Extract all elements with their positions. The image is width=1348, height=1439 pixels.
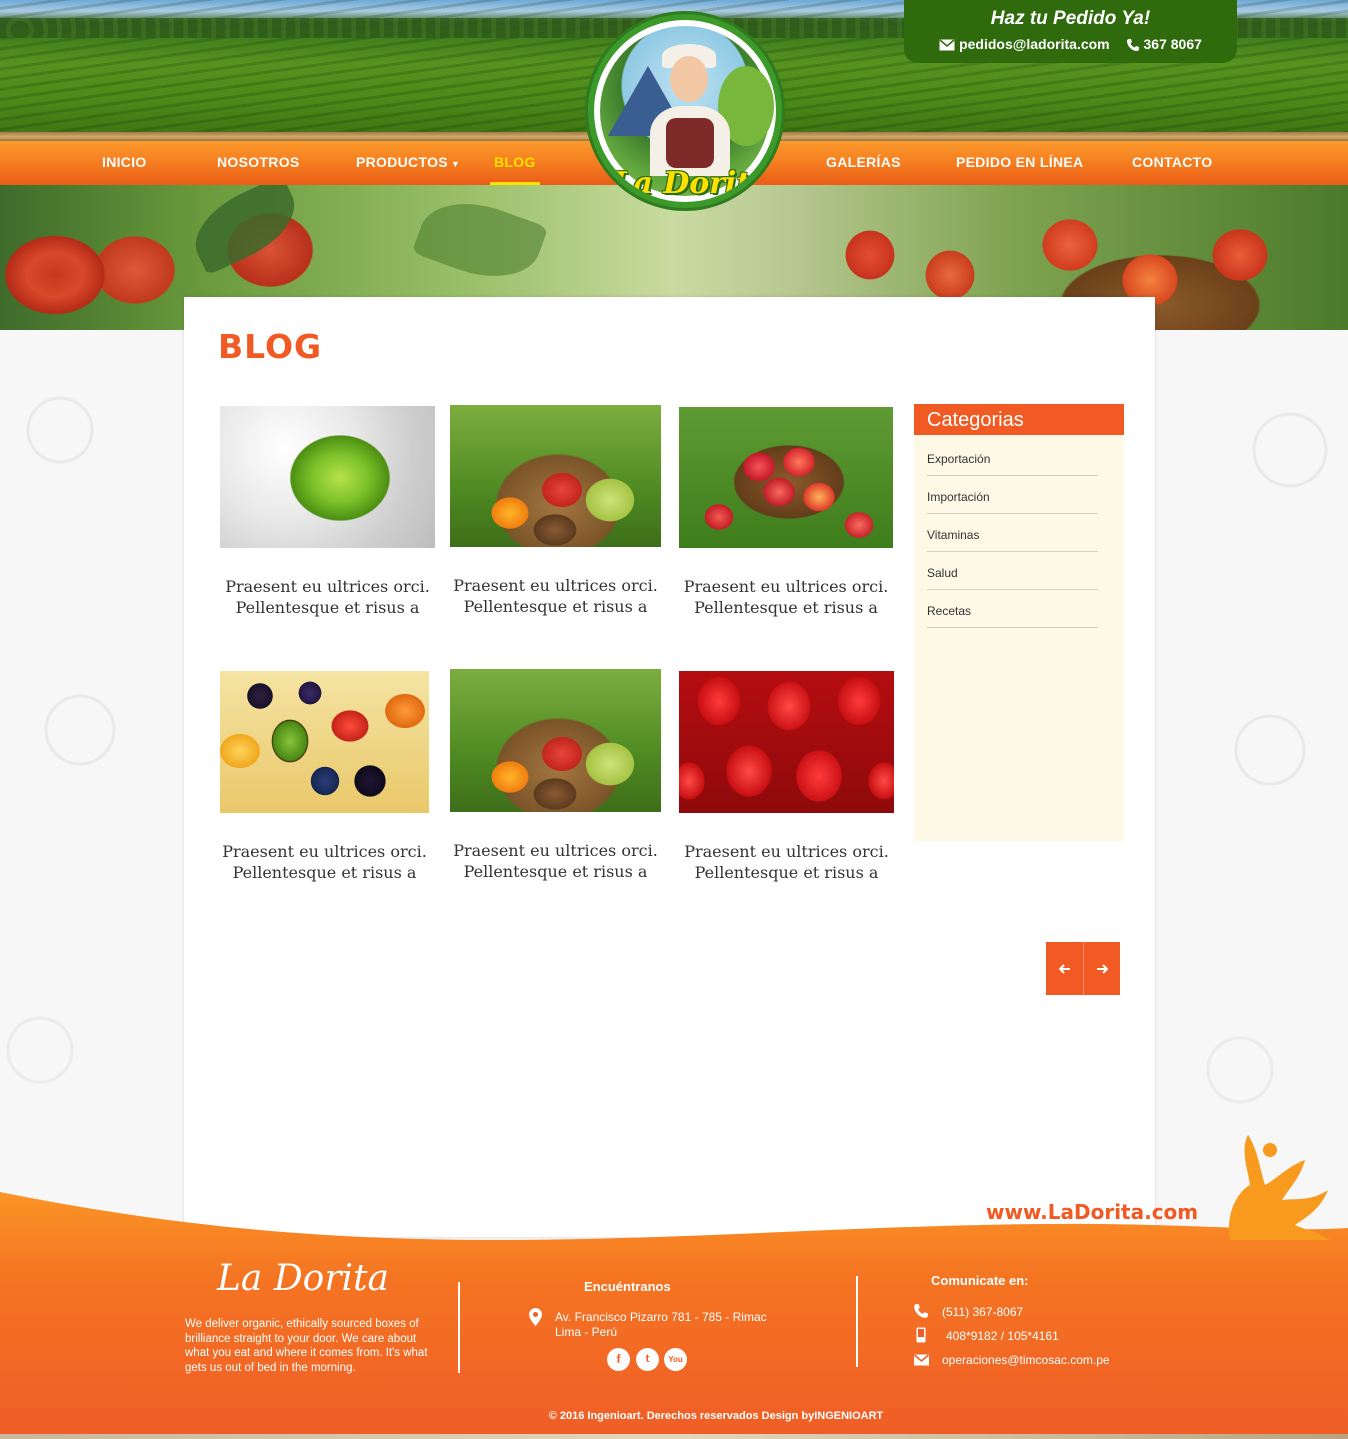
logo-text: La Dorita xyxy=(612,166,770,201)
category-item-vitaminas[interactable]: Vitaminas xyxy=(927,521,1098,552)
order-phone-link[interactable]: 367 8067 xyxy=(1126,36,1202,52)
youtube-icon[interactable]: You xyxy=(664,1348,687,1371)
facebook-icon[interactable]: f xyxy=(607,1348,630,1371)
blog-post-card[interactable]: Praesent eu ultrices orci. Pellentesque e… xyxy=(220,406,435,618)
post-title[interactable]: Praesent eu ultrices orci. Pellentesque e… xyxy=(450,575,661,617)
leaf-decoration xyxy=(411,186,549,294)
nav-item-nosotros[interactable]: NOSOTROS xyxy=(217,141,300,185)
post-title[interactable]: Praesent eu ultrices orci. Pellentesque e… xyxy=(220,576,435,618)
pagination xyxy=(1046,942,1121,995)
envelope-icon xyxy=(939,39,955,51)
nav-item-pedido-en-linea[interactable]: PEDIDO EN LÍNEA xyxy=(956,141,1083,185)
footer-phone[interactable]: (511) 367-8067 xyxy=(942,1305,1023,1319)
category-list: Exportación Importación Vitaminas Salud … xyxy=(914,445,1124,628)
footer-divider xyxy=(856,1276,858,1367)
post-image-fruit-basket[interactable] xyxy=(450,669,661,812)
footer-url[interactable]: www.LaDorita.com xyxy=(986,1200,1198,1224)
nav-item-productos[interactable]: PRODUCTOS ▼ xyxy=(356,141,460,185)
post-image-fruit-salad[interactable] xyxy=(220,671,429,813)
order-phone: 367 8067 xyxy=(1143,36,1202,52)
twitter-icon[interactable]: t xyxy=(636,1348,659,1371)
prev-page-button[interactable] xyxy=(1046,942,1083,995)
post-title[interactable]: Praesent eu ultrices orci. Pellentesque e… xyxy=(679,576,893,618)
post-title-line: Praesent eu ultrices orci. xyxy=(222,842,427,861)
nav-item-productos-label: PRODUCTOS xyxy=(356,154,448,170)
arrow-right-icon xyxy=(1097,963,1108,974)
category-item-exportacion[interactable]: Exportación xyxy=(927,445,1098,476)
blog-post-card[interactable]: Praesent eu ultrices orci. Pellentesque e… xyxy=(679,407,893,618)
phone-icon xyxy=(914,1304,928,1318)
post-title[interactable]: Praesent eu ultrices orci. Pellentesque e… xyxy=(679,841,894,883)
category-item-importacion[interactable]: Importación xyxy=(927,483,1098,514)
blog-post-card[interactable]: Praesent eu ultrices orci. Pellentesque e… xyxy=(220,671,429,883)
post-image-apple-basket[interactable] xyxy=(679,407,893,548)
post-title[interactable]: Praesent eu ultrices orci. Pellentesque e… xyxy=(450,840,661,882)
order-box: Haz tu Pedido Ya! pedidos@ladorita.com 3… xyxy=(904,0,1237,63)
blog-post-card[interactable]: Praesent eu ultrices orci. Pellentesque e… xyxy=(450,405,661,617)
nav-item-inicio[interactable]: INICIO xyxy=(102,141,147,185)
post-title-line: Praesent eu ultrices orci. xyxy=(683,577,889,596)
location-pin-icon xyxy=(529,1308,542,1326)
page-title: BLOG xyxy=(218,327,323,366)
category-item-salud[interactable]: Salud xyxy=(927,559,1098,590)
post-title-line: Praesent eu ultrices orci. xyxy=(225,577,430,596)
envelope-icon xyxy=(914,1354,929,1366)
footer-divider xyxy=(458,1282,460,1373)
footer-address: Av. Francisco Pizarro 781 - 785 - Rimac … xyxy=(555,1310,767,1340)
post-image-lime[interactable] xyxy=(220,406,435,548)
next-page-button[interactable] xyxy=(1083,942,1120,995)
categories-sidebar: Categorias Exportación Importación Vitam… xyxy=(914,404,1124,841)
footer-email[interactable]: operaciones@timcosac.com.pe xyxy=(942,1353,1110,1367)
copyright: © 2016 Ingenioart. Derechos reservados D… xyxy=(548,1410,884,1422)
nav-item-blog[interactable]: BLOG xyxy=(490,141,540,185)
post-title-line: Praesent eu ultrices orci. xyxy=(453,841,658,860)
content-card: BLOG Praesent eu ultrices orci. Pellentes… xyxy=(184,297,1155,1237)
find-us-title: Encuéntranos xyxy=(584,1279,671,1294)
orange-splash xyxy=(1229,1135,1330,1240)
address-line: Lima - Perú xyxy=(555,1325,618,1339)
woman-vest xyxy=(666,118,714,168)
footer-about: We deliver organic, ethically sourced bo… xyxy=(185,1318,428,1374)
post-title[interactable]: Praesent eu ultrices orci. Pellentesque e… xyxy=(220,841,429,883)
logo-emblem: La Dorita xyxy=(600,26,774,201)
address-line: Av. Francisco Pizarro 781 - 785 - Rimac xyxy=(555,1310,767,1324)
nav-item-galerias[interactable]: GALERÍAS xyxy=(826,141,901,185)
post-title-line: Pellentesque et risus a xyxy=(694,863,879,882)
order-email: pedidos@ladorita.com xyxy=(959,36,1110,52)
sidebar-title: Categorias xyxy=(914,404,1124,435)
post-title-line: Praesent eu ultrices orci. xyxy=(684,842,889,861)
contact-title: Comunicate en: xyxy=(931,1273,1029,1288)
post-image-fruit-basket[interactable] xyxy=(450,405,661,547)
ground-strip xyxy=(0,1434,1348,1439)
order-email-link[interactable]: pedidos@ladorita.com xyxy=(939,36,1113,52)
post-title-line: Praesent eu ultrices orci. xyxy=(453,576,658,595)
leaf-decoration xyxy=(182,185,308,276)
post-title-line: Pellentesque et risus a xyxy=(232,863,417,882)
nav-item-contacto[interactable]: CONTACTO xyxy=(1132,141,1212,185)
post-image-strawberries[interactable] xyxy=(679,671,894,813)
caret-down-icon: ▼ xyxy=(450,159,461,169)
category-item-recetas[interactable]: Recetas xyxy=(927,597,1098,628)
order-contact: pedidos@ladorita.com 367 8067 xyxy=(904,36,1237,52)
blog-post-card[interactable]: Praesent eu ultrices orci. Pellentesque e… xyxy=(679,671,894,883)
footer-mobile[interactable]: 408*9182 / 105*4161 xyxy=(946,1329,1059,1343)
post-title-line: Pellentesque et risus a xyxy=(463,862,648,881)
phone-icon xyxy=(1126,39,1139,52)
mobile-phone-icon xyxy=(916,1327,926,1343)
post-title-line: Pellentesque et risus a xyxy=(694,598,878,617)
arrow-left-icon xyxy=(1058,963,1070,974)
site-logo[interactable]: La Dorita xyxy=(588,14,782,208)
post-title-line: Pellentesque et risus a xyxy=(463,597,648,616)
order-title: Haz tu Pedido Ya! xyxy=(990,8,1151,29)
footer-brand: La Dorita xyxy=(217,1258,390,1299)
blog-post-card[interactable]: Praesent eu ultrices orci. Pellentesque e… xyxy=(450,669,661,882)
post-title-line: Pellentesque et risus a xyxy=(235,598,420,617)
woman-face xyxy=(670,56,708,102)
